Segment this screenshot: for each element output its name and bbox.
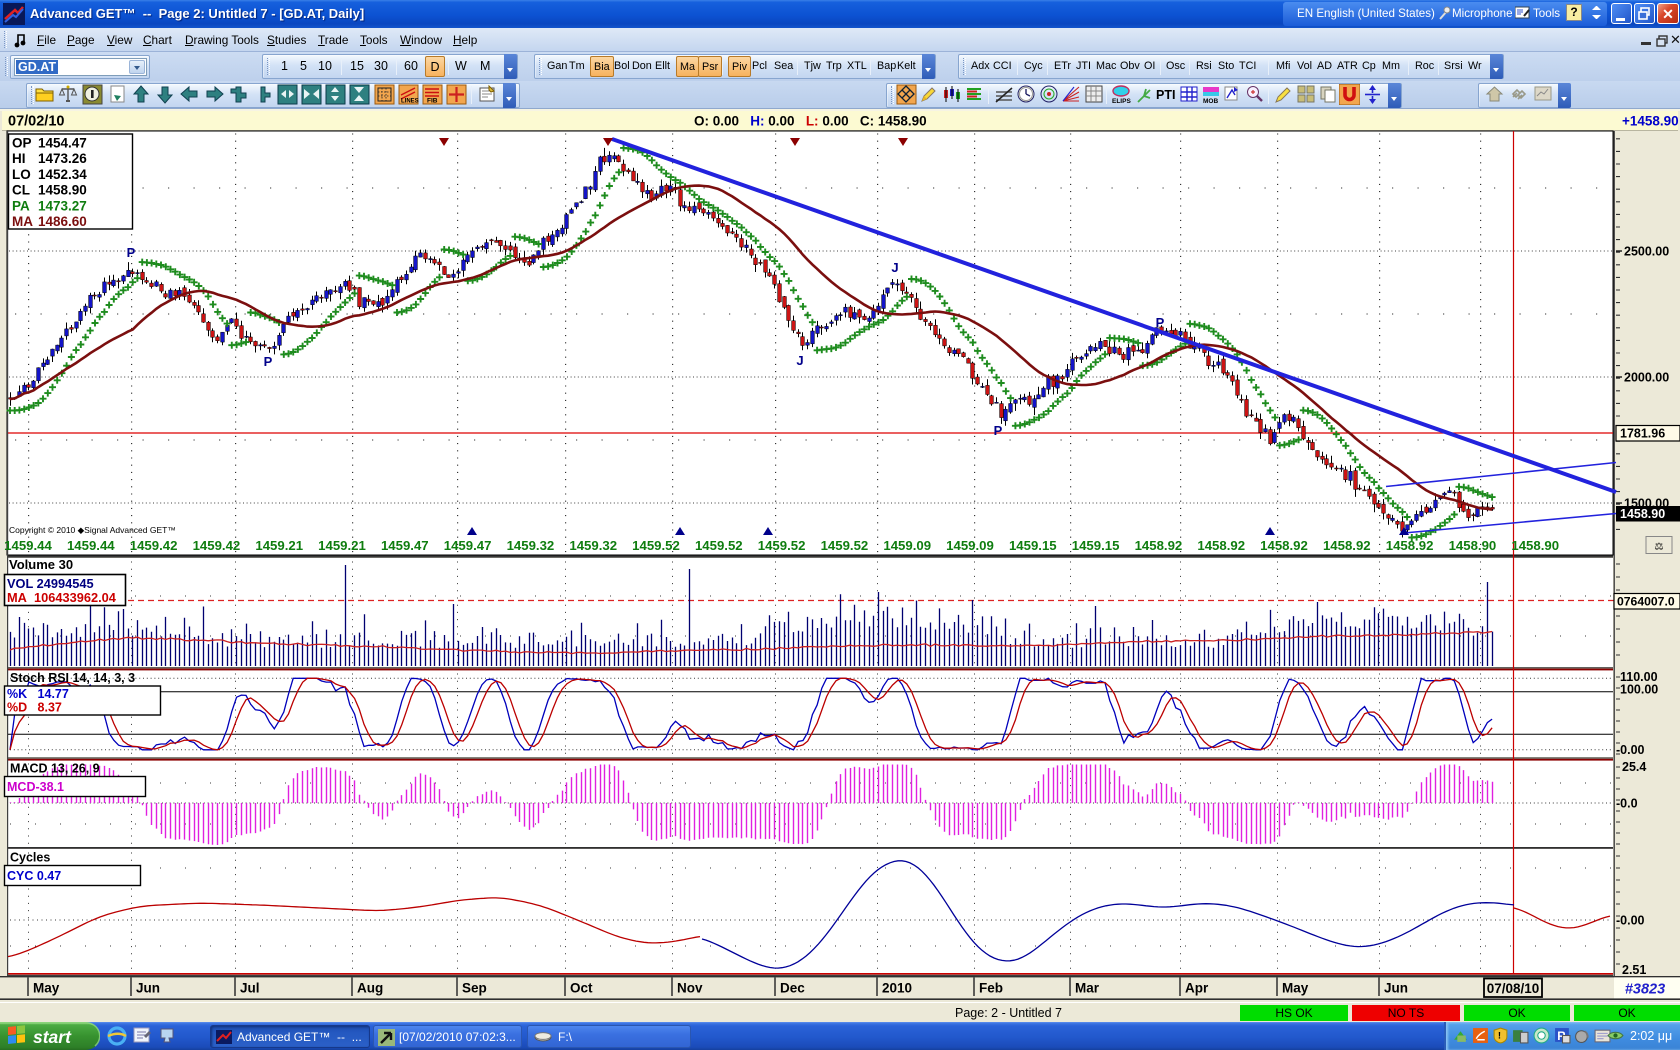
svg-text:CL: CL bbox=[12, 183, 30, 198]
svg-text:-0.00: -0.00 bbox=[1616, 743, 1645, 757]
svg-text:1458.92: 1458.92 bbox=[1386, 538, 1434, 553]
svg-text:1458.92: 1458.92 bbox=[1197, 538, 1245, 553]
svg-text:1458.90: 1458.90 bbox=[1449, 538, 1497, 553]
svg-text:07/08/10: 07/08/10 bbox=[1487, 981, 1540, 996]
svg-text:Sep: Sep bbox=[462, 981, 487, 996]
svg-text:P: P bbox=[1156, 315, 1165, 330]
svg-text:2000.00: 2000.00 bbox=[1624, 371, 1669, 385]
svg-text:1459.44: 1459.44 bbox=[4, 538, 52, 553]
svg-text:Oct: Oct bbox=[570, 981, 593, 996]
svg-text:+1458.90: +1458.90 bbox=[1622, 114, 1679, 129]
svg-text:P: P bbox=[264, 354, 273, 369]
svg-text:1459.52: 1459.52 bbox=[758, 538, 806, 553]
svg-text:1452.34: 1452.34 bbox=[38, 167, 87, 182]
svg-text:Jun: Jun bbox=[136, 981, 160, 996]
svg-text:PA: PA bbox=[12, 198, 30, 213]
svg-text:1459.44: 1459.44 bbox=[67, 538, 115, 553]
svg-text:O: 0.00 H: 0.00 L: 0.00: O: 0.00 H: 0.00 L: 0.00 C: 1458.90 bbox=[694, 114, 927, 129]
svg-text:100.00: 100.00 bbox=[1620, 683, 1658, 697]
svg-text:1458.92: 1458.92 bbox=[1323, 538, 1371, 553]
svg-text:25.4: 25.4 bbox=[1622, 760, 1646, 774]
svg-text:LINES: LINES bbox=[401, 99, 419, 105]
svg-text:1459.09: 1459.09 bbox=[883, 538, 931, 553]
svg-text:P: P bbox=[127, 245, 136, 260]
svg-text:Apr: Apr bbox=[1185, 981, 1209, 996]
svg-text:1473.26: 1473.26 bbox=[38, 151, 87, 166]
svg-text:Cycles: Cycles bbox=[10, 851, 50, 865]
svg-text:CYC 0.47: CYC 0.47 bbox=[7, 869, 61, 883]
svg-text:1459.09: 1459.09 bbox=[946, 538, 994, 553]
svg-text:1459.15: 1459.15 bbox=[1009, 538, 1057, 553]
svg-text:Jul: Jul bbox=[240, 981, 260, 996]
svg-text:1486.60: 1486.60 bbox=[38, 214, 87, 229]
svg-text:1459.32: 1459.32 bbox=[507, 538, 555, 553]
svg-text:1459.32: 1459.32 bbox=[569, 538, 617, 553]
svg-text:-0.00: -0.00 bbox=[1616, 914, 1645, 928]
svg-text:2500.00: 2500.00 bbox=[1624, 245, 1669, 259]
svg-text:PTI: PTI bbox=[1156, 88, 1175, 102]
svg-text:07/02/10: 07/02/10 bbox=[8, 114, 64, 130]
svg-text:FIB: FIB bbox=[427, 98, 438, 105]
svg-text:Dec: Dec bbox=[780, 981, 805, 996]
svg-text:#3823: #3823 bbox=[1625, 982, 1665, 998]
svg-text:1454.47: 1454.47 bbox=[38, 136, 87, 151]
svg-text:Aug: Aug bbox=[357, 981, 383, 996]
svg-text:Stoch RSI 14, 14, 3, 3: Stoch RSI 14, 14, 3, 3 bbox=[10, 671, 135, 685]
svg-text:Mar: Mar bbox=[1075, 981, 1100, 996]
svg-text:Copyright © 2010 ◆Signal Advan: Copyright © 2010 ◆Signal Advanced GET™ bbox=[9, 525, 176, 535]
svg-text:start: start bbox=[33, 1027, 72, 1047]
svg-text:1458.90: 1458.90 bbox=[38, 183, 87, 198]
svg-text:1473.27: 1473.27 bbox=[38, 198, 87, 213]
svg-text:1459.52: 1459.52 bbox=[821, 538, 869, 553]
svg-text:!: ! bbox=[1498, 1031, 1501, 1042]
svg-text:1458.92: 1458.92 bbox=[1135, 538, 1183, 553]
svg-text:1459.21: 1459.21 bbox=[255, 538, 303, 553]
svg-text:⚖: ⚖ bbox=[1655, 542, 1664, 553]
svg-text:1459.15: 1459.15 bbox=[1072, 538, 1120, 553]
svg-text:-0.0: -0.0 bbox=[1616, 797, 1638, 811]
svg-text:1459.42: 1459.42 bbox=[193, 538, 241, 553]
svg-text:0764007.0: 0764007.0 bbox=[1617, 595, 1675, 609]
svg-text:OP: OP bbox=[12, 136, 32, 151]
svg-text:2.51: 2.51 bbox=[1622, 963, 1646, 977]
svg-text:MCD-38.1: MCD-38.1 bbox=[7, 780, 64, 794]
svg-text:MACD 13, 26, 9: MACD 13, 26, 9 bbox=[10, 762, 100, 776]
svg-text:1458.90: 1458.90 bbox=[1511, 538, 1559, 553]
svg-text:1459.42: 1459.42 bbox=[130, 538, 178, 553]
svg-text:P: P bbox=[994, 423, 1003, 438]
svg-text:2010: 2010 bbox=[882, 981, 912, 996]
svg-text:1459.52: 1459.52 bbox=[632, 538, 680, 553]
svg-text:MOB: MOB bbox=[1203, 98, 1218, 105]
svg-text:HI: HI bbox=[12, 151, 26, 166]
svg-text:Nov: Nov bbox=[677, 981, 703, 996]
svg-text:%D 8.37: %D 8.37 bbox=[7, 701, 62, 715]
svg-text:May: May bbox=[1282, 981, 1309, 996]
svg-text:1458.90: 1458.90 bbox=[1620, 507, 1665, 521]
svg-text:1459.21: 1459.21 bbox=[318, 538, 366, 553]
svg-text:1459.47: 1459.47 bbox=[444, 538, 492, 553]
svg-text:MA: MA bbox=[12, 214, 33, 229]
svg-text:MA 106433962.04: MA 106433962.04 bbox=[7, 590, 117, 605]
svg-text:Jun: Jun bbox=[1384, 981, 1408, 996]
svg-text:1458.92: 1458.92 bbox=[1260, 538, 1308, 553]
svg-text:1459.52: 1459.52 bbox=[695, 538, 743, 553]
svg-text:J: J bbox=[796, 353, 803, 368]
svg-text:Feb: Feb bbox=[979, 981, 1003, 996]
svg-text:ELIPS: ELIPS bbox=[1112, 98, 1131, 105]
svg-text:J: J bbox=[891, 260, 898, 275]
svg-text:VOL 24994545: VOL 24994545 bbox=[7, 576, 94, 591]
svg-text:Volume 30: Volume 30 bbox=[9, 557, 73, 572]
svg-text:May: May bbox=[33, 981, 60, 996]
svg-text:LO: LO bbox=[12, 167, 31, 182]
svg-text:1459.47: 1459.47 bbox=[381, 538, 429, 553]
svg-text:1781.96: 1781.96 bbox=[1620, 427, 1665, 441]
svg-text:%K 14.77: %K 14.77 bbox=[7, 687, 69, 701]
